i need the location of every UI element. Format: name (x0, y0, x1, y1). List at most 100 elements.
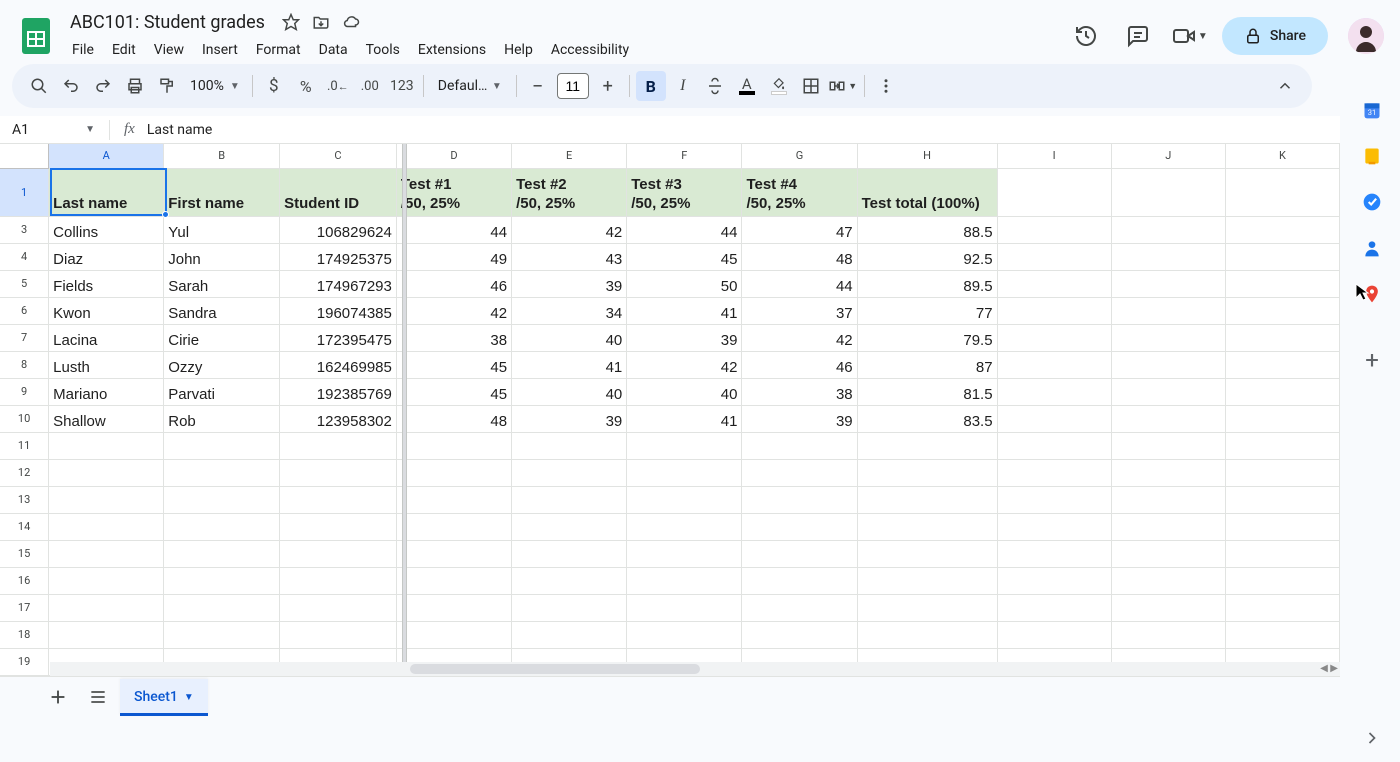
cell-I11[interactable] (997, 432, 1111, 459)
sheet-nav-arrows[interactable]: ◀ ▶ (1320, 663, 1338, 674)
italic-button[interactable]: I (668, 71, 698, 101)
fill-color-button[interactable] (764, 71, 794, 101)
cell-H18[interactable] (857, 621, 997, 648)
row-header-14[interactable]: 14 (0, 513, 49, 540)
cell-E16[interactable] (512, 567, 627, 594)
keep-sidebar-icon[interactable] (1362, 146, 1382, 166)
cell-J15[interactable] (1111, 540, 1225, 567)
cell-H8[interactable]: 87 (857, 351, 997, 378)
cell-C16[interactable] (280, 567, 397, 594)
cell-J5[interactable] (1111, 270, 1225, 297)
cell-A10[interactable]: Shallow (49, 405, 164, 432)
cell-K7[interactable] (1225, 324, 1339, 351)
text-color-button[interactable]: A (732, 71, 762, 101)
strikethrough-button[interactable] (700, 71, 730, 101)
cell-J11[interactable] (1111, 432, 1225, 459)
cell-E1[interactable]: Test #2/50, 25% (512, 168, 627, 216)
cell-G17[interactable] (742, 594, 857, 621)
cell-B1[interactable]: First name (164, 168, 280, 216)
cell-B8[interactable]: Ozzy (164, 351, 280, 378)
cell-J7[interactable] (1111, 324, 1225, 351)
cell-F5[interactable]: 50 (627, 270, 742, 297)
decrease-font-icon[interactable]: − (523, 71, 553, 101)
cell-A15[interactable] (49, 540, 164, 567)
cell-D16[interactable] (396, 567, 511, 594)
comments-icon[interactable] (1118, 16, 1158, 56)
cell-A8[interactable]: Lusth (49, 351, 164, 378)
cell-A14[interactable] (49, 513, 164, 540)
cell-G7[interactable]: 42 (742, 324, 857, 351)
cell-H5[interactable]: 89.5 (857, 270, 997, 297)
font-size-input[interactable] (557, 73, 589, 99)
cell-F7[interactable]: 39 (627, 324, 742, 351)
cell-K8[interactable] (1225, 351, 1339, 378)
increase-decimal-icon[interactable]: .00 (355, 71, 385, 101)
cell-F6[interactable]: 41 (627, 297, 742, 324)
formula-bar[interactable]: Last name (143, 120, 1340, 140)
cell-H1[interactable]: Test total (100%) (857, 168, 997, 216)
cell-G9[interactable]: 38 (742, 378, 857, 405)
cell-B10[interactable]: Rob (164, 405, 280, 432)
row-header-11[interactable]: 11 (0, 432, 49, 459)
cell-E17[interactable] (512, 594, 627, 621)
cell-F16[interactable] (627, 567, 742, 594)
cell-I10[interactable] (997, 405, 1111, 432)
cell-C15[interactable] (280, 540, 397, 567)
cell-B18[interactable] (164, 621, 280, 648)
cell-F3[interactable]: 44 (627, 216, 742, 243)
cell-K10[interactable] (1225, 405, 1339, 432)
row-header-3[interactable]: 3 (0, 216, 49, 243)
cell-D9[interactable]: 45 (396, 378, 511, 405)
cell-H14[interactable] (857, 513, 997, 540)
cell-K5[interactable] (1225, 270, 1339, 297)
cell-C6[interactable]: 196074385 (280, 297, 397, 324)
cell-G8[interactable]: 46 (742, 351, 857, 378)
cell-H4[interactable]: 92.5 (857, 243, 997, 270)
bold-button[interactable]: B (636, 71, 666, 101)
cell-H10[interactable]: 83.5 (857, 405, 997, 432)
zoom-select[interactable]: 100%▼ (184, 71, 246, 101)
cell-A3[interactable]: Collins (49, 216, 164, 243)
cell-F8[interactable]: 42 (627, 351, 742, 378)
row-header-8[interactable]: 8 (0, 351, 49, 378)
cell-K17[interactable] (1225, 594, 1339, 621)
cell-I4[interactable] (997, 243, 1111, 270)
calendar-sidebar-icon[interactable]: 31 (1362, 100, 1382, 120)
cell-G1[interactable]: Test #4/50, 25% (742, 168, 857, 216)
cell-J4[interactable] (1111, 243, 1225, 270)
cell-I6[interactable] (997, 297, 1111, 324)
cell-D10[interactable]: 48 (396, 405, 511, 432)
cell-C11[interactable] (280, 432, 397, 459)
cell-B3[interactable]: Yul (164, 216, 280, 243)
cell-K13[interactable] (1225, 486, 1339, 513)
cell-G13[interactable] (742, 486, 857, 513)
row-header-20[interactable]: 20 (0, 675, 49, 676)
cell-K16[interactable] (1225, 567, 1339, 594)
cell-I13[interactable] (997, 486, 1111, 513)
cell-D17[interactable] (396, 594, 511, 621)
cell-C13[interactable] (280, 486, 397, 513)
col-header-A[interactable]: A (49, 144, 164, 168)
horizontal-scrollbar[interactable] (50, 662, 1340, 676)
cell-G16[interactable] (742, 567, 857, 594)
cell-H17[interactable] (857, 594, 997, 621)
cell-K3[interactable] (1225, 216, 1339, 243)
cell-B16[interactable] (164, 567, 280, 594)
menu-data[interactable]: Data (311, 38, 356, 62)
cell-I3[interactable] (997, 216, 1111, 243)
name-box[interactable]: A1▼ (8, 122, 103, 138)
cell-D1[interactable]: Test #1/50, 25% (396, 168, 511, 216)
cell-A16[interactable] (49, 567, 164, 594)
row-header-18[interactable]: 18 (0, 621, 49, 648)
menu-format[interactable]: Format (248, 38, 309, 62)
cell-F15[interactable] (627, 540, 742, 567)
cell-B5[interactable]: Sarah (164, 270, 280, 297)
row-header-1[interactable]: 1 (0, 168, 49, 216)
paint-format-icon[interactable] (152, 71, 182, 101)
cell-D12[interactable] (396, 459, 511, 486)
row-header-6[interactable]: 6 (0, 297, 49, 324)
cell-I5[interactable] (997, 270, 1111, 297)
cell-C10[interactable]: 123958302 (280, 405, 397, 432)
cell-E7[interactable]: 40 (512, 324, 627, 351)
cell-A11[interactable] (49, 432, 164, 459)
